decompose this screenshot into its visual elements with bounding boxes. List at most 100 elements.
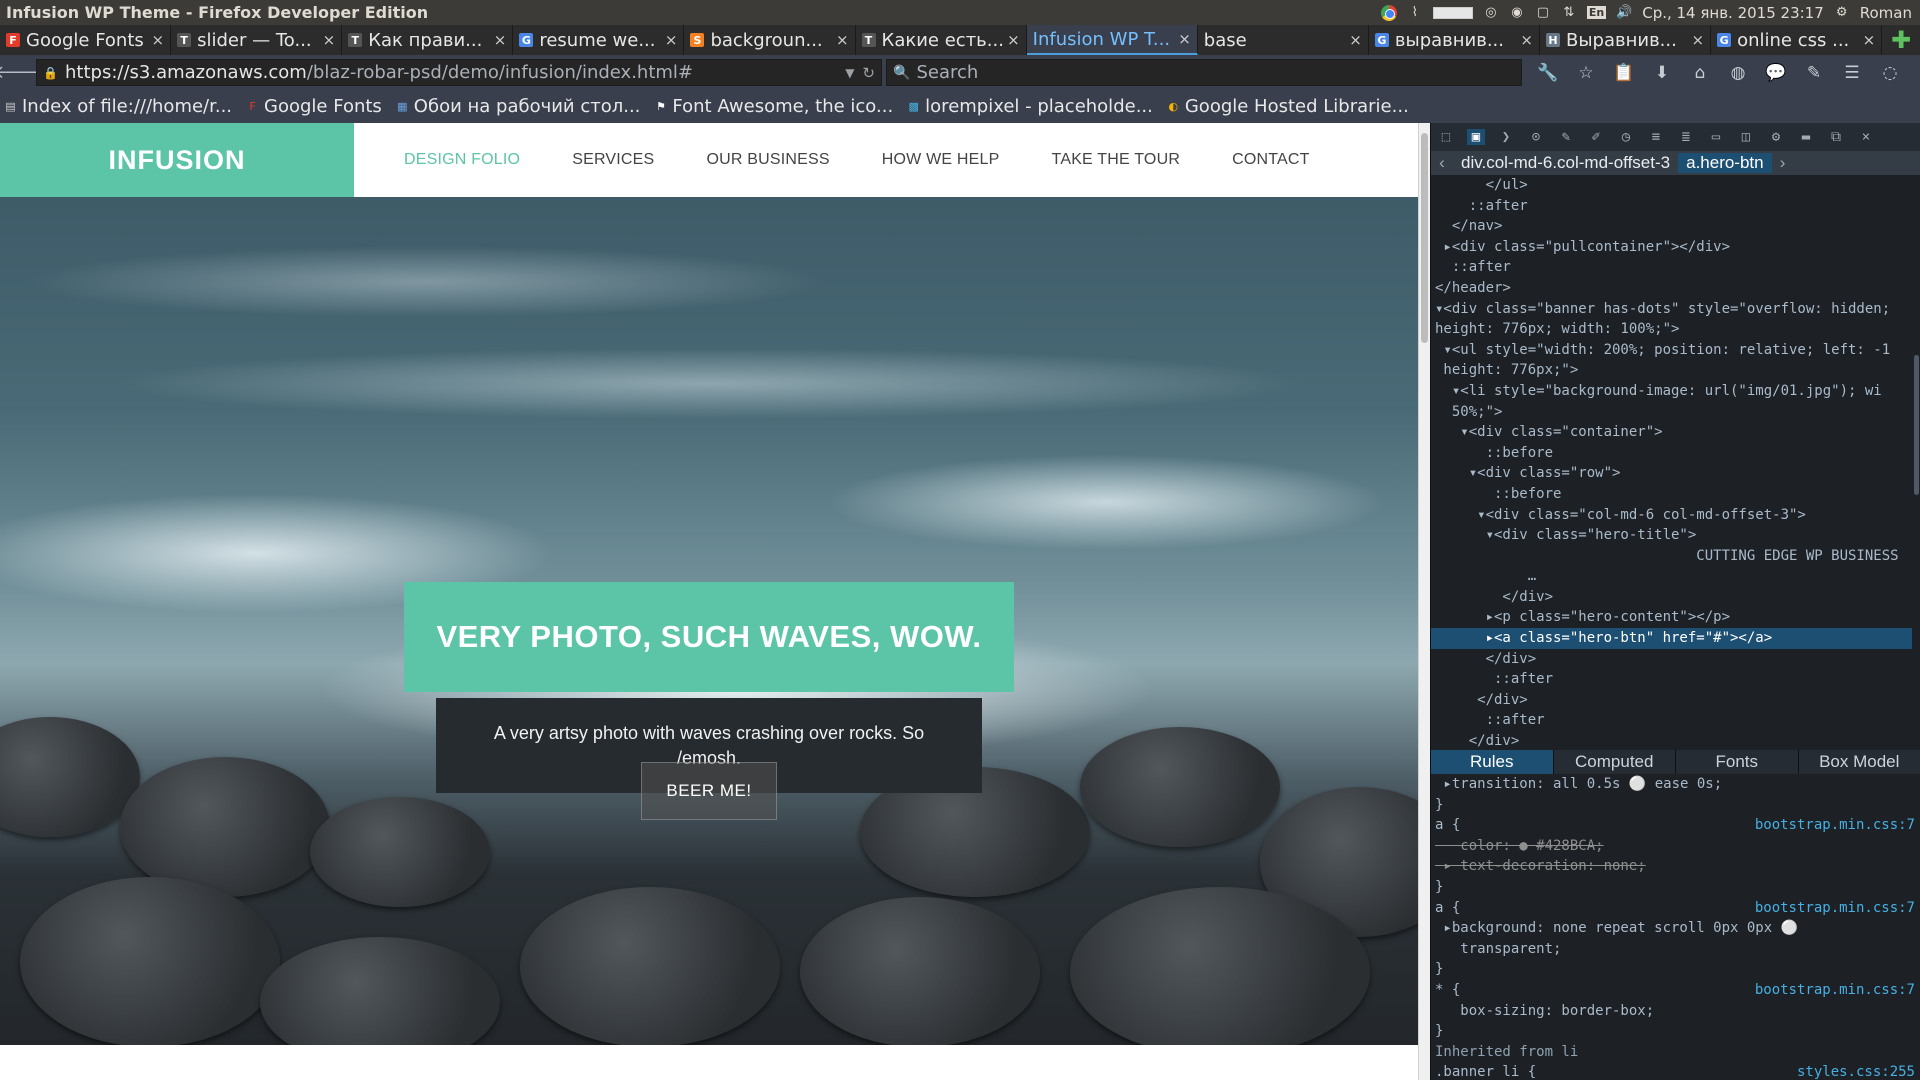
menu-item-take-the-tour[interactable]: TAKE THE TOUR	[1052, 151, 1181, 169]
rule-source-link[interactable]: bootstrap.min.css:7	[1755, 980, 1920, 1001]
tab-rules[interactable]: Rules	[1431, 750, 1554, 774]
tab-computed[interactable]: Computed	[1554, 750, 1676, 774]
markup-line[interactable]: </header>	[1431, 278, 1920, 299]
rule-source-link[interactable]: bootstrap.min.css:7	[1755, 815, 1920, 836]
reload-icon[interactable]: ↻	[862, 64, 875, 82]
scrollbar-thumb[interactable]	[1914, 355, 1919, 495]
performance-icon[interactable]: ◷	[1617, 129, 1635, 145]
markup-line[interactable]: </div>	[1431, 731, 1920, 747]
browser-tab[interactable]: T Какие есть... ×	[856, 25, 1027, 55]
bookmark-item[interactable]: ⚑ Font Awesome, the ico...	[654, 96, 893, 117]
close-icon[interactable]: ×	[1863, 31, 1876, 49]
markup-scrollbar[interactable]	[1912, 175, 1920, 747]
markup-line[interactable]: ▾<div class="container">	[1431, 422, 1920, 443]
markup-line[interactable]: height: 776px;">	[1431, 360, 1920, 381]
close-icon[interactable]: ×	[152, 31, 165, 49]
settings-circle-icon[interactable]: ◎	[1483, 5, 1499, 21]
markup-line[interactable]: ▾<div class="row">	[1431, 463, 1920, 484]
rule-line[interactable]: }	[1431, 1021, 1920, 1042]
tab-box-model[interactable]: Box Model	[1799, 750, 1920, 774]
debugger-icon[interactable]: ⊙	[1527, 129, 1545, 145]
markup-line[interactable]: </nav>	[1431, 216, 1920, 237]
close-icon[interactable]: ×	[665, 31, 678, 49]
markup-line[interactable]: </ul>	[1431, 175, 1920, 196]
close-icon[interactable]: ×	[1520, 31, 1533, 49]
dock-icon[interactable]: ▬	[1797, 129, 1815, 145]
split-console-icon[interactable]: ◫	[1737, 129, 1755, 145]
markup-line[interactable]: ::after	[1431, 196, 1920, 217]
browser-tab[interactable]: Infusion WP T... ×	[1026, 25, 1198, 55]
markup-line[interactable]: ::before	[1431, 443, 1920, 464]
battery-icon[interactable]	[1432, 6, 1473, 19]
breadcrumb-next-icon[interactable]: ›	[1772, 153, 1794, 173]
window-icon[interactable]: ▢	[1535, 5, 1551, 21]
pick-element-icon[interactable]: ⬚	[1437, 129, 1455, 145]
sync-icon[interactable]: ◌	[1878, 63, 1902, 83]
new-tab-plus-icon[interactable]: ✚	[1882, 25, 1920, 55]
close-icon[interactable]: ×	[836, 31, 849, 49]
site-logo[interactable]: INFUSION	[0, 123, 354, 197]
breadcrumb-prev-icon[interactable]: ‹	[1431, 153, 1453, 173]
markup-line[interactable]: ▸<a class="hero-btn" href="#"></a>	[1431, 628, 1920, 649]
page-scrollbar[interactable]	[1418, 123, 1430, 1080]
home-icon[interactable]: ⌂	[1688, 63, 1712, 83]
inspector-icon[interactable]: ▣	[1467, 129, 1485, 145]
console-icon[interactable]: ❯	[1497, 129, 1515, 145]
menu-item-how-we-help[interactable]: HOW WE HELP	[882, 151, 1000, 169]
browser-tab[interactable]: base ×	[1198, 25, 1369, 55]
markup-line[interactable]: ::after	[1431, 710, 1920, 731]
bookmark-item[interactable]: ▦ Обои на рабочий стол...	[396, 96, 640, 117]
storage-icon[interactable]: ≣	[1677, 129, 1695, 145]
scratchpad-icon[interactable]: ✐	[1587, 129, 1605, 145]
style-editor-icon[interactable]: ✎	[1557, 129, 1575, 145]
url-bar[interactable]: 🔒 https://s3.amazonaws.com/blaz-robar-ps…	[36, 59, 882, 86]
network-activity-icon[interactable]: ⌇	[1407, 5, 1423, 21]
pencil-icon[interactable]: ✎	[1802, 63, 1826, 83]
browser-tab[interactable]: H Выравнив... ×	[1540, 25, 1712, 55]
rule-line[interactable]: a {bootstrap.min.css:7	[1431, 898, 1920, 919]
close-icon[interactable]: ×	[494, 31, 507, 49]
url-text[interactable]: https://s3.amazonaws.com/blaz-robar-psd/…	[65, 62, 839, 83]
rule-line[interactable]: ▸transition: all 0.5s ⚪ ease 0s;	[1431, 774, 1920, 795]
rule-line[interactable]: ▸background: none repeat scroll 0px 0px …	[1431, 918, 1920, 939]
rule-source-link[interactable]: styles.css:255	[1797, 1062, 1920, 1080]
menu-item-contact[interactable]: CONTACT	[1232, 151, 1310, 169]
rule-line[interactable]: color: ● #428BCA;	[1431, 836, 1920, 857]
network-arrows-icon[interactable]: ⇅	[1561, 5, 1577, 21]
scrollbar-thumb[interactable]	[1421, 133, 1428, 343]
markup-line[interactable]: </div>	[1431, 649, 1920, 670]
clipboard-icon[interactable]: 📋	[1612, 63, 1636, 83]
markup-line[interactable]: CUTTING EDGE WP BUSINESS	[1431, 546, 1920, 567]
chat-icon[interactable]: 💬	[1764, 63, 1788, 83]
breadcrumb-item[interactable]: a.hero-btn	[1678, 153, 1772, 173]
browser-tab[interactable]: Gonline css ... ×	[1711, 25, 1883, 55]
rule-line[interactable]: }	[1431, 959, 1920, 980]
volume-icon[interactable]: 🔊	[1616, 5, 1632, 21]
chrome-icon[interactable]	[1380, 4, 1397, 21]
rule-line[interactable]: .banner li {styles.css:255	[1431, 1062, 1920, 1080]
menu-item-our-business[interactable]: OUR BUSINESS	[706, 151, 829, 169]
markup-line[interactable]: …	[1431, 566, 1920, 587]
markup-line[interactable]: ▾<div class="hero-title">	[1431, 525, 1920, 546]
markup-line[interactable]: ▾<ul style="width: 200%; position: relat…	[1431, 340, 1920, 361]
browser-tab[interactable]: T Как прави... ×	[342, 25, 514, 55]
close-icon[interactable]: ×	[323, 31, 336, 49]
close-icon[interactable]: ×	[1178, 30, 1191, 48]
back-arrow-icon[interactable]: 🡐	[0, 62, 42, 83]
rule-line[interactable]: * {bootstrap.min.css:7	[1431, 980, 1920, 1001]
rule-source-link[interactable]: bootstrap.min.css:7	[1755, 898, 1920, 919]
markup-line[interactable]: ▸<p class="hero-content"></p>	[1431, 607, 1920, 628]
rule-line[interactable]: box-sizing: border-box;	[1431, 1001, 1920, 1022]
rule-line[interactable]: }	[1431, 877, 1920, 898]
menu-icon[interactable]: ☰	[1840, 63, 1864, 83]
browser-tab[interactable]: Gвыравнив... ×	[1369, 25, 1540, 55]
user-name[interactable]: Roman	[1860, 4, 1912, 22]
clock[interactable]: Ср., 14 янв. 2015 23:17	[1642, 4, 1824, 22]
markup-line[interactable]: </div>	[1431, 587, 1920, 608]
rule-line[interactable]: ▸ text-decoration: none;	[1431, 856, 1920, 877]
keyboard-layout[interactable]: En	[1586, 6, 1607, 19]
markup-line[interactable]: height: 776px; width: 100%;">	[1431, 319, 1920, 340]
responsive-icon[interactable]: ▭	[1707, 129, 1725, 145]
breadcrumb-item[interactable]: div.col-md-6.col-md-offset-3	[1453, 153, 1678, 173]
search-bar[interactable]: 🔍 Search	[886, 59, 1522, 86]
